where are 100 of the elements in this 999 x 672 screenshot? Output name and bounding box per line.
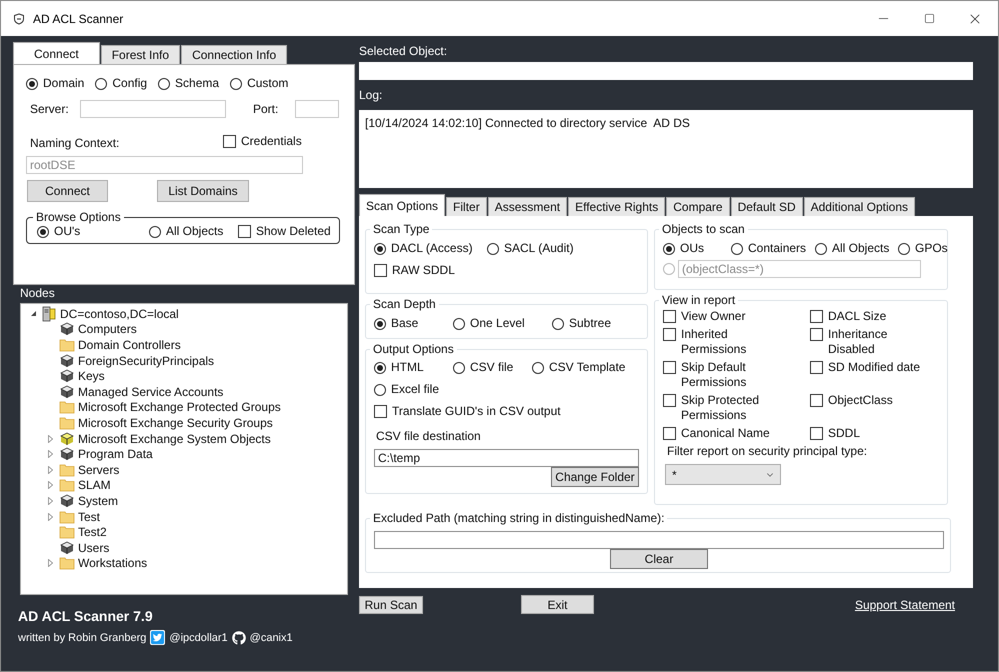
folder-icon xyxy=(59,400,75,414)
folder-icon xyxy=(59,556,75,570)
maximize-icon[interactable] xyxy=(924,13,934,24)
tab[interactable]: Connection Info xyxy=(181,45,288,64)
folder-icon xyxy=(59,478,75,492)
radio-button[interactable]: Schema xyxy=(158,76,220,91)
tree-item[interactable]: Keys xyxy=(21,368,347,384)
tree-item[interactable]: Microsoft Exchange Security Groups xyxy=(21,415,347,431)
field-label: CSV file destination xyxy=(376,429,482,443)
folder-icon xyxy=(59,510,75,524)
radio-button[interactable]: All Objects xyxy=(149,224,238,239)
expand-arrow-icon[interactable] xyxy=(48,559,53,568)
checkbox[interactable]: ObjectClass xyxy=(810,393,932,408)
tab[interactable]: Forest Info xyxy=(100,45,180,64)
tree-item[interactable]: Domain Controllers xyxy=(21,337,347,353)
tab[interactable]: Additional Options xyxy=(804,197,916,216)
checkbox[interactable]: Inheritance Disabled xyxy=(810,327,932,357)
checkbox[interactable]: Inherited Permissions xyxy=(663,327,785,357)
field-label: Log: xyxy=(359,87,384,104)
checkbox[interactable]: Skip Protected Permissions xyxy=(663,393,785,423)
tree-item[interactable]: Microsoft Exchange System Objects xyxy=(21,430,347,446)
radio-button[interactable]: CSV file xyxy=(453,360,532,375)
field-label: Selected Object: xyxy=(359,43,448,60)
app-version-title: AD ACL Scanner 7.9 xyxy=(18,608,154,624)
tree-item[interactable]: ForeignSecurityPrincipals xyxy=(21,352,347,368)
bird-icon[interactable] xyxy=(150,630,166,645)
radio-button[interactable]: OU's xyxy=(37,224,149,239)
tab[interactable]: Assessment xyxy=(488,197,568,216)
checkbox[interactable]: Translate GUID's in CSV output xyxy=(374,404,639,419)
tree-item[interactable]: System xyxy=(21,493,347,509)
radio-button[interactable]: OUs xyxy=(663,241,731,256)
radio-button[interactable]: Containers xyxy=(731,241,815,256)
server-field[interactable] xyxy=(80,100,226,118)
tree-item[interactable]: SLAM xyxy=(21,478,347,494)
cube-icon xyxy=(59,494,75,508)
csv-destination-field[interactable]: C:\temp xyxy=(374,449,639,467)
tree-item[interactable]: Computers xyxy=(21,322,347,338)
author-text: written by Robin Granberg xyxy=(18,632,146,644)
radio-button[interactable]: One Level xyxy=(453,316,552,331)
button[interactable]: Connect xyxy=(27,180,108,202)
checkbox[interactable]: Show Deleted xyxy=(238,224,331,239)
excluded-path-field[interactable] xyxy=(374,531,944,549)
checkbox[interactable]: Skip Default Permissions xyxy=(663,360,785,390)
log-line: [10/14/2024 14:02:10] Connected to directory service AD DS xyxy=(365,116,691,130)
group-title: Objects to scan xyxy=(661,222,746,236)
server-icon xyxy=(41,306,57,322)
cube-icon xyxy=(59,384,75,399)
radio-button[interactable]: CSV Template xyxy=(532,360,639,375)
radio-button[interactable]: HTML xyxy=(374,360,453,375)
tree-item[interactable]: Managed Service Accounts xyxy=(21,384,347,400)
group-title: Output Options xyxy=(372,342,455,356)
tab[interactable]: Default SD xyxy=(730,197,803,216)
support-statement-link[interactable]: Support Statement xyxy=(854,598,955,612)
checkbox[interactable]: RAW SDDL xyxy=(374,263,639,278)
tab[interactable]: Connect xyxy=(13,42,100,64)
radio-button[interactable]: Config xyxy=(95,76,148,91)
checkbox[interactable]: Canonical Name xyxy=(663,426,785,441)
group-title: Browse Options xyxy=(35,210,122,224)
tree-item[interactable]: DC=contoso,DC=local xyxy=(21,306,347,322)
cube-icon xyxy=(59,432,75,446)
tab[interactable]: Effective Rights xyxy=(568,197,666,216)
checkbox[interactable]: View Owner xyxy=(663,309,785,324)
button[interactable]: List Domains xyxy=(157,180,249,202)
change-folder-button[interactable]: Change Folder xyxy=(551,467,639,487)
tree-item[interactable]: Microsoft Exchange Protected Groups xyxy=(21,400,347,416)
checkbox[interactable]: SD Modified date xyxy=(810,360,932,375)
github-icon[interactable] xyxy=(232,630,246,644)
twitter-handle: @ipcdollar1 xyxy=(169,632,228,644)
checkbox[interactable]: DACL Size xyxy=(810,309,932,324)
radio-button[interactable]: Subtree xyxy=(552,316,639,331)
checkbox[interactable]: SDDL xyxy=(810,426,932,441)
field-label: Naming Context: xyxy=(30,135,120,150)
radio-button[interactable]: DACL (Access) xyxy=(374,241,487,256)
port-field[interactable] xyxy=(295,100,339,118)
tree-item[interactable]: Program Data xyxy=(21,446,347,462)
radio-button[interactable]: Custom xyxy=(230,76,288,91)
radio-button[interactable]: Domain xyxy=(26,76,84,91)
tab[interactable]: Scan Options xyxy=(359,194,446,216)
tree-item[interactable]: Workstations xyxy=(21,556,347,572)
app-icon xyxy=(13,12,25,24)
radio-button[interactable]: GPOs xyxy=(898,241,948,256)
tree-item[interactable]: Test2 xyxy=(21,524,347,540)
clear-button[interactable]: Clear xyxy=(610,549,708,569)
run-scan-button[interactable]: Run Scan xyxy=(359,596,423,614)
folder-icon xyxy=(59,462,75,477)
tree-item[interactable]: Test xyxy=(21,508,347,524)
selected-object-field[interactable] xyxy=(359,62,973,80)
tab[interactable]: Filter xyxy=(446,197,487,216)
radio-button[interactable]: SACL (Audit) xyxy=(487,241,639,256)
collapse-arrow-icon[interactable] xyxy=(30,310,37,318)
checkbox[interactable]: Credentials xyxy=(223,134,302,148)
tree-item[interactable]: Users xyxy=(21,540,347,556)
radio-button[interactable]: Base xyxy=(374,316,453,331)
radio-button[interactable]: All Objects xyxy=(815,241,898,256)
tab[interactable]: Compare xyxy=(666,197,730,216)
tree-item[interactable]: Servers xyxy=(21,462,347,478)
radio-button[interactable]: Excel file xyxy=(374,382,453,397)
principal-type-dropdown[interactable]: * xyxy=(665,464,781,485)
cube-icon xyxy=(59,322,75,336)
exit-button[interactable]: Exit xyxy=(521,595,594,614)
